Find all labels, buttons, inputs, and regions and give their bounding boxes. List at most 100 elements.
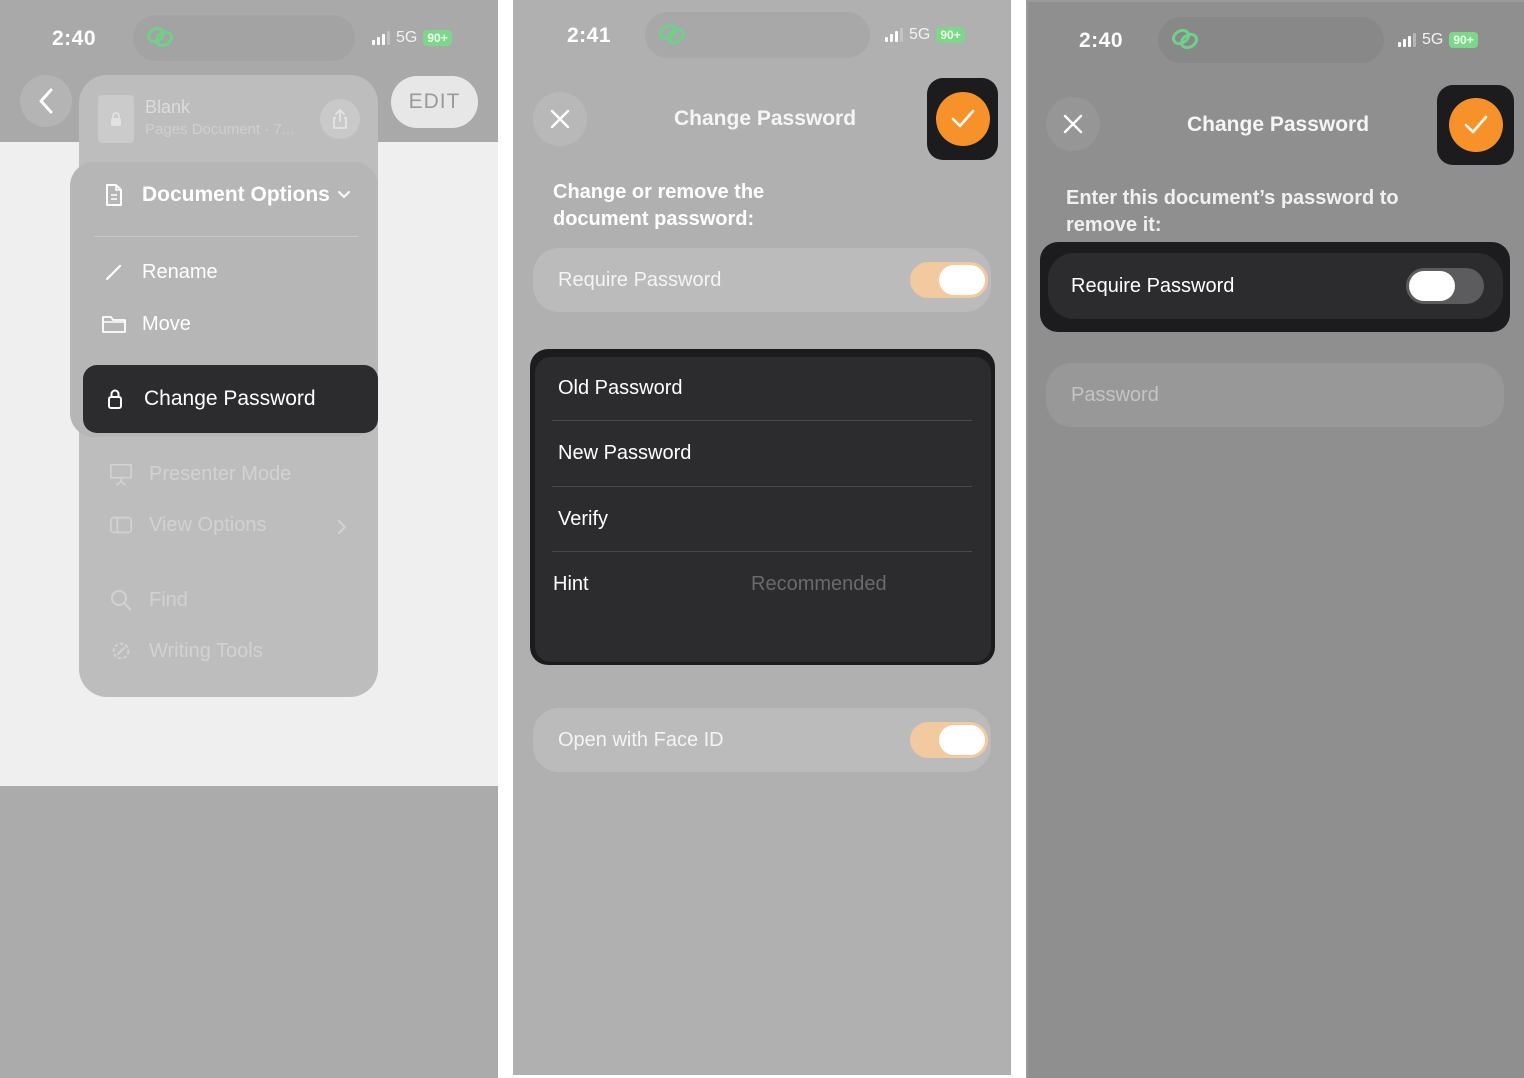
menu-divider bbox=[94, 236, 358, 237]
face-id-toggle[interactable] bbox=[910, 722, 988, 758]
close-button[interactable] bbox=[533, 92, 587, 146]
view-options-label: View Options bbox=[149, 513, 267, 536]
dynamic-island bbox=[645, 12, 870, 58]
rename-label: Rename bbox=[142, 260, 218, 283]
find-label: Find bbox=[149, 588, 188, 611]
back-chevron-icon bbox=[39, 88, 53, 114]
toggle-knob bbox=[939, 725, 985, 755]
require-password-row: Require Password bbox=[1048, 253, 1503, 319]
close-icon bbox=[550, 109, 570, 129]
hint-field[interactable]: Recommended bbox=[751, 573, 887, 596]
document-options-header[interactable]: Document Options bbox=[102, 183, 351, 207]
menu-item-find[interactable]: Find bbox=[109, 588, 188, 612]
new-password-field[interactable]: New Password bbox=[558, 442, 691, 465]
password-placeholder: Password bbox=[1071, 383, 1159, 406]
close-button[interactable] bbox=[1046, 97, 1100, 151]
dynamic-island bbox=[133, 15, 355, 61]
panel-document-menu: 2:40 5G 90+ EDIT Blank Pages Document · … bbox=[0, 0, 498, 1078]
pencil-icon bbox=[102, 260, 126, 284]
battery-badge: 90+ bbox=[423, 30, 452, 46]
menu-item-presenter-mode[interactable]: Presenter Mode bbox=[109, 462, 291, 486]
checkmark-icon bbox=[951, 109, 974, 128]
network-label: 5G bbox=[396, 29, 418, 46]
link-icon bbox=[1171, 28, 1199, 50]
dynamic-island bbox=[1158, 17, 1384, 63]
document-header: Blank Pages Document · 7... bbox=[98, 95, 368, 143]
link-icon bbox=[146, 26, 174, 48]
face-id-label: Open with Face ID bbox=[558, 728, 724, 751]
menu-item-writing-tools[interactable]: Writing Tools bbox=[109, 639, 263, 663]
document-thumbnail bbox=[98, 95, 134, 143]
share-icon bbox=[333, 108, 347, 129]
presenter-mode-label: Presenter Mode bbox=[149, 462, 292, 485]
sheet-title: Change Password bbox=[1187, 113, 1370, 136]
signal-icon bbox=[885, 28, 903, 42]
writing-tools-label: Writing Tools bbox=[149, 639, 263, 662]
close-icon bbox=[1063, 114, 1083, 134]
status-right: 5G 90+ bbox=[372, 29, 452, 47]
document-subtitle: Pages Document · 7... bbox=[145, 121, 295, 138]
require-password-label: Require Password bbox=[558, 268, 722, 291]
sidebar-icon bbox=[109, 513, 133, 537]
lock-icon bbox=[105, 387, 125, 411]
share-button[interactable] bbox=[320, 99, 360, 139]
field-divider bbox=[552, 551, 972, 552]
menu-item-move[interactable]: Move bbox=[102, 312, 191, 336]
require-password-toggle[interactable] bbox=[1406, 268, 1484, 304]
status-bar: 2:40 5G 90+ bbox=[1028, 2, 1524, 78]
panel-remove-password: 2:40 5G 90+ Change Password Enter this d… bbox=[1026, 0, 1524, 1078]
status-time: 2:40 bbox=[52, 27, 97, 50]
status-bar: 2:40 5G 90+ bbox=[0, 0, 498, 76]
done-button[interactable] bbox=[1448, 98, 1503, 152]
password-field[interactable]: Password bbox=[1046, 363, 1504, 427]
edit-button[interactable]: EDIT bbox=[391, 76, 478, 128]
toggle-knob bbox=[1409, 271, 1455, 301]
status-time: 2:40 bbox=[1079, 29, 1124, 52]
folder-icon bbox=[102, 312, 126, 336]
status-right: 5G 90+ bbox=[1398, 31, 1478, 49]
verify-field[interactable]: Verify bbox=[558, 508, 608, 531]
chevron-right-icon bbox=[338, 520, 347, 534]
lock-icon bbox=[111, 112, 121, 126]
back-button[interactable] bbox=[20, 75, 72, 127]
menu-item-view-options[interactable]: View Options bbox=[109, 513, 349, 537]
network-label: 5G bbox=[909, 26, 931, 43]
document-options-label: Document Options bbox=[142, 183, 330, 206]
done-button-highlight bbox=[927, 78, 998, 160]
chevron-down-icon bbox=[337, 191, 350, 199]
menu-item-rename[interactable]: Rename bbox=[102, 260, 218, 284]
face-id-row: Open with Face ID bbox=[533, 708, 991, 772]
presenter-icon bbox=[109, 462, 133, 486]
battery-badge: 90+ bbox=[936, 27, 965, 43]
sheet-title: Change Password bbox=[674, 107, 857, 130]
change-password-label: Change Password bbox=[144, 387, 316, 410]
menu-item-change-password[interactable]: Change Password bbox=[83, 365, 378, 433]
signal-icon bbox=[372, 31, 390, 45]
writing-tools-icon bbox=[109, 639, 133, 663]
subtitle: Change or remove the document password: bbox=[553, 181, 765, 230]
hint-label: Hint bbox=[553, 573, 589, 595]
document-name: Blank bbox=[145, 97, 191, 117]
network-label: 5G bbox=[1422, 31, 1444, 48]
toggle-knob bbox=[939, 265, 985, 295]
status-bar: 2:41 5G 90+ bbox=[513, 0, 1011, 76]
require-password-toggle[interactable] bbox=[910, 262, 988, 298]
link-icon bbox=[658, 23, 686, 45]
require-password-row: Require Password bbox=[533, 248, 991, 312]
done-button-highlight bbox=[1437, 85, 1514, 165]
status-time: 2:41 bbox=[567, 24, 612, 47]
old-password-field[interactable]: Old Password bbox=[558, 377, 683, 400]
subtitle: Enter this document’s password to remove… bbox=[1066, 187, 1399, 236]
done-button[interactable] bbox=[935, 92, 990, 146]
battery-badge: 90+ bbox=[1449, 32, 1478, 48]
status-right: 5G 90+ bbox=[885, 26, 965, 44]
panel-change-password: 2:41 5G 90+ Change Password Change or re… bbox=[513, 0, 1011, 1075]
document-icon bbox=[102, 183, 126, 207]
field-divider bbox=[552, 420, 972, 421]
require-password-label: Require Password bbox=[1071, 274, 1235, 297]
search-icon bbox=[109, 588, 133, 612]
field-divider bbox=[552, 486, 972, 487]
checkmark-icon bbox=[1464, 115, 1487, 134]
signal-icon bbox=[1398, 33, 1416, 47]
move-label: Move bbox=[142, 312, 191, 335]
